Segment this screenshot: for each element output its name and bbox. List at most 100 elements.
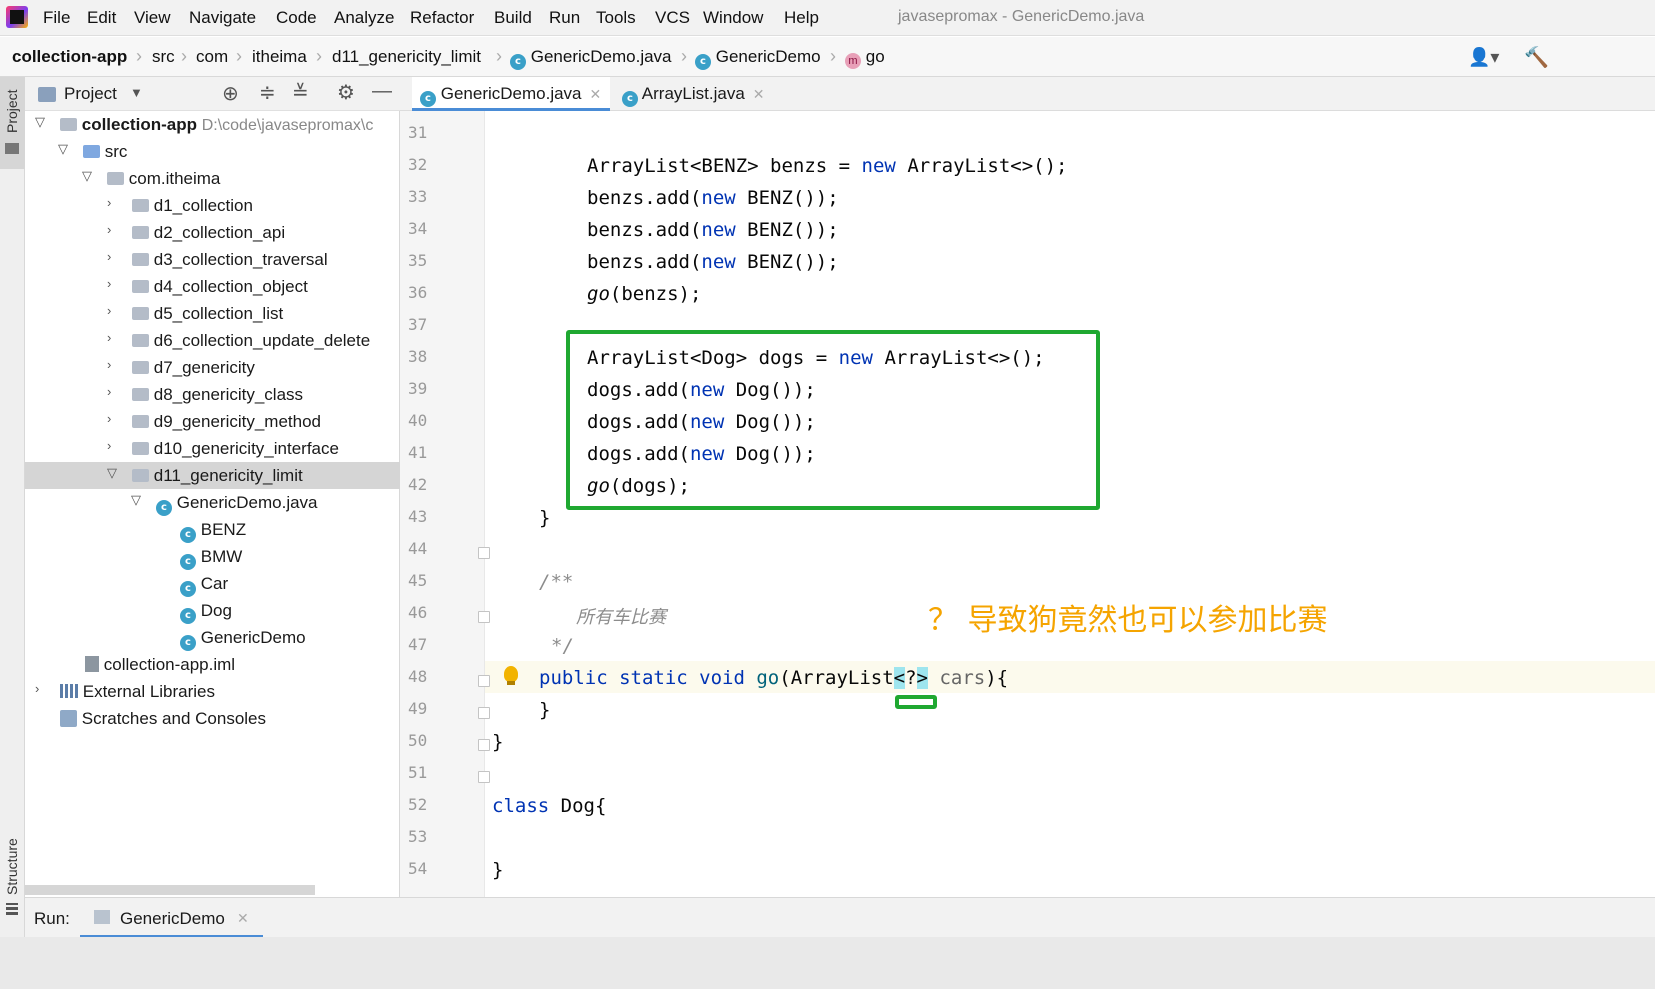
chevron-right-icon[interactable]: ›: [107, 438, 111, 453]
tree-item-folder-selected[interactable]: ▽ d11_genericity_limit: [25, 462, 400, 489]
chevron-right-icon[interactable]: ›: [107, 222, 111, 237]
breadcrumb-package[interactable]: d11_genericity_limit: [332, 47, 481, 67]
tree-item-scratches[interactable]: Scratches and Consoles: [25, 705, 400, 732]
fold-marker-icon[interactable]: [478, 547, 490, 559]
menu-analyze[interactable]: Analyze: [334, 8, 394, 28]
breadcrumb-com[interactable]: com: [196, 47, 228, 67]
chevron-down-icon[interactable]: ▽: [82, 168, 92, 184]
menu-window[interactable]: Window: [703, 8, 763, 28]
tree-iml-label: collection-app.iml: [103, 655, 236, 674]
line-number: 32: [408, 155, 428, 174]
chevron-down-icon[interactable]: ▽: [131, 492, 141, 508]
tree-item-folder[interactable]: › d7_genericity: [25, 354, 400, 381]
build-hammer-icon[interactable]: 🔨: [1524, 45, 1549, 70]
fold-marker-icon[interactable]: [478, 771, 490, 783]
chevron-right-icon[interactable]: ›: [107, 303, 111, 318]
menu-help[interactable]: Help: [784, 8, 819, 28]
hide-panel-icon[interactable]: —: [372, 80, 392, 103]
chevron-right-icon[interactable]: ›: [107, 195, 111, 210]
line-number: 44: [408, 539, 428, 558]
line-number: 40: [408, 411, 428, 430]
tree-item-folder[interactable]: › d4_collection_object: [25, 273, 400, 300]
breadcrumb-file[interactable]: c GenericDemo.java: [510, 47, 672, 70]
chevron-down-icon[interactable]: ▽: [107, 465, 117, 481]
menu-tools[interactable]: Tools: [596, 8, 636, 28]
chevron-right-icon[interactable]: ›: [107, 411, 111, 426]
line-number: 51: [408, 763, 428, 782]
fold-marker-icon[interactable]: [478, 739, 490, 751]
menu-edit[interactable]: Edit: [87, 8, 116, 28]
tree-item-class[interactable]: c GenericDemo: [25, 624, 400, 651]
code-method-name: go: [756, 667, 780, 689]
user-dropdown-icon[interactable]: 👤▾: [1468, 47, 1499, 68]
menu-view[interactable]: View: [134, 8, 171, 28]
breadcrumb-separator-icon: ›: [136, 46, 142, 66]
tree-item-class[interactable]: c BMW: [25, 543, 400, 570]
tree-src-label: src: [104, 142, 128, 161]
chevron-right-icon[interactable]: ›: [107, 276, 111, 291]
tree-item-folder[interactable]: › d10_genericity_interface: [25, 435, 400, 462]
lightbulb-icon[interactable]: [504, 666, 518, 685]
tab-arraylist[interactable]: c ArrayList.java ✕: [618, 77, 788, 111]
tree-item-src[interactable]: ▽ src: [25, 138, 400, 165]
tree-item-folder[interactable]: › d1_collection: [25, 192, 400, 219]
gear-icon[interactable]: ⚙: [337, 80, 355, 105]
tree-item-folder[interactable]: › d5_collection_list: [25, 300, 400, 327]
chevron-right-icon[interactable]: ›: [107, 330, 111, 345]
collapse-all-icon[interactable]: ≚: [292, 80, 309, 105]
tree-item-file[interactable]: ▽ c GenericDemo.java: [25, 489, 400, 516]
chevron-right-icon[interactable]: ›: [35, 681, 39, 696]
menu-file[interactable]: File: [43, 8, 70, 28]
code-line-47: */: [551, 635, 574, 657]
menu-navigate[interactable]: Navigate: [189, 8, 256, 28]
chevron-right-icon[interactable]: ›: [107, 384, 111, 399]
close-icon[interactable]: ✕: [753, 86, 765, 102]
run-tab-genericdemo[interactable]: GenericDemo ✕: [80, 898, 263, 938]
menu-code[interactable]: Code: [276, 8, 317, 28]
menu-refactor[interactable]: Refactor: [410, 8, 474, 28]
chevron-down-icon[interactable]: ▽: [58, 141, 68, 157]
tree-item-folder[interactable]: › d3_collection_traversal: [25, 246, 400, 273]
tree-item-package[interactable]: ▽ com.itheima: [25, 165, 400, 192]
close-icon[interactable]: ✕: [237, 910, 249, 927]
project-view-title[interactable]: Project: [64, 84, 117, 104]
project-tool-button[interactable]: Project: [0, 77, 25, 169]
breadcrumb-project[interactable]: collection-app: [12, 47, 127, 67]
structure-tool-button[interactable]: Structure: [0, 829, 25, 921]
close-icon[interactable]: ✕: [590, 86, 602, 102]
menu-build[interactable]: Build: [494, 8, 532, 28]
locate-crosshair-icon[interactable]: ⊕: [222, 81, 239, 106]
tab-genericdemo[interactable]: c GenericDemo.java ✕: [412, 77, 610, 111]
fold-marker-icon[interactable]: [478, 611, 490, 623]
fold-marker-icon[interactable]: [478, 675, 490, 687]
tree-item-class[interactable]: c Car: [25, 570, 400, 597]
breadcrumb-itheima[interactable]: itheima: [252, 47, 307, 67]
tree-item-external-libraries[interactable]: › External Libraries: [25, 678, 400, 705]
chevron-right-icon[interactable]: ›: [107, 249, 111, 264]
tree-item-class[interactable]: c Dog: [25, 597, 400, 624]
line-number: 52: [408, 795, 428, 814]
code-line-45: /**: [539, 571, 574, 593]
expand-all-icon[interactable]: ≑: [259, 80, 276, 105]
breadcrumb-method[interactable]: m go: [845, 47, 885, 69]
code-line-34: benzs.add(new BENZ());: [587, 219, 839, 241]
code-line-52: class Dog{: [492, 795, 606, 817]
code-keyword: new: [701, 251, 736, 273]
tree-item-class[interactable]: c BENZ: [25, 516, 400, 543]
fold-marker-icon[interactable]: [478, 707, 490, 719]
chevron-down-icon[interactable]: ▽: [35, 114, 45, 130]
chevron-right-icon[interactable]: ›: [107, 357, 111, 372]
breadcrumb-class[interactable]: c GenericDemo: [695, 47, 821, 70]
tree-item-folder[interactable]: › d6_collection_update_delete: [25, 327, 400, 354]
tree-item-root[interactable]: ▽ collection-app D:\code\javasepromax\c: [25, 111, 400, 138]
breadcrumb-src[interactable]: src: [152, 47, 175, 67]
tree-item-folder[interactable]: › d9_genericity_method: [25, 408, 400, 435]
horizontal-scrollbar[interactable]: [25, 885, 315, 895]
tree-item-folder[interactable]: › d2_collection_api: [25, 219, 400, 246]
tree-item-folder[interactable]: › d8_genericity_class: [25, 381, 400, 408]
code-keyword: public static void: [539, 667, 745, 689]
menu-run[interactable]: Run: [549, 8, 580, 28]
tree-item-iml[interactable]: collection-app.iml: [25, 651, 400, 678]
menu-vcs[interactable]: VCS: [655, 8, 690, 28]
chevron-down-icon[interactable]: ▼: [130, 85, 143, 100]
